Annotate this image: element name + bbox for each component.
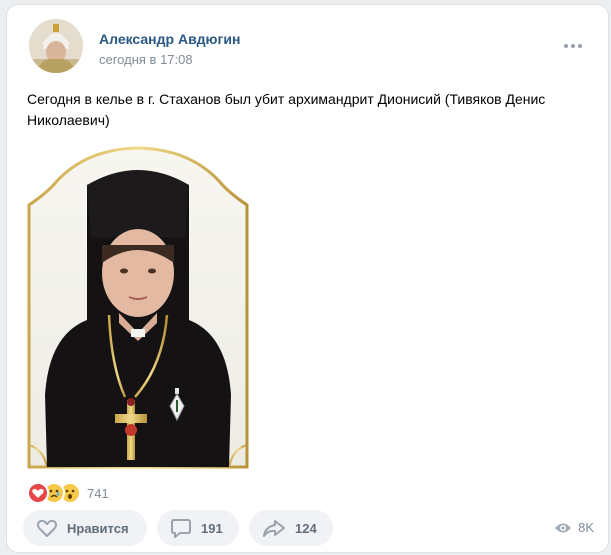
post-actions: Нравится 191 124 8K — [23, 510, 598, 546]
like-label: Нравится — [67, 520, 129, 536]
author-name[interactable]: Александр Авдюгин — [99, 31, 240, 47]
comments-count: 191 — [201, 520, 223, 536]
share-button[interactable]: 124 — [249, 510, 333, 546]
more-horizontal-icon[interactable] — [564, 41, 586, 51]
heart-reaction-icon — [27, 482, 49, 504]
post-time[interactable]: сегодня в 17:08 — [99, 52, 193, 67]
like-button[interactable]: Нравится — [23, 510, 147, 546]
views-count: 8K — [578, 520, 594, 535]
comment-button[interactable]: 191 — [157, 510, 239, 546]
post-card: Александр Авдюгин сегодня в 17:08 Сегодн… — [6, 4, 609, 553]
views-counter: 8K — [554, 520, 594, 535]
post-photo[interactable] — [27, 145, 249, 472]
avatar[interactable] — [29, 19, 83, 73]
reactions-summary[interactable]: 741 — [27, 482, 109, 504]
share-arrow-icon — [263, 520, 285, 537]
post-text: Сегодня в келье в г. Стаханов был убит а… — [27, 91, 546, 128]
shares-count: 124 — [295, 520, 317, 536]
eye-icon — [555, 523, 572, 532]
reactions-count: 741 — [87, 485, 109, 501]
heart-outline-icon — [36, 519, 58, 537]
comment-icon — [171, 519, 191, 538]
